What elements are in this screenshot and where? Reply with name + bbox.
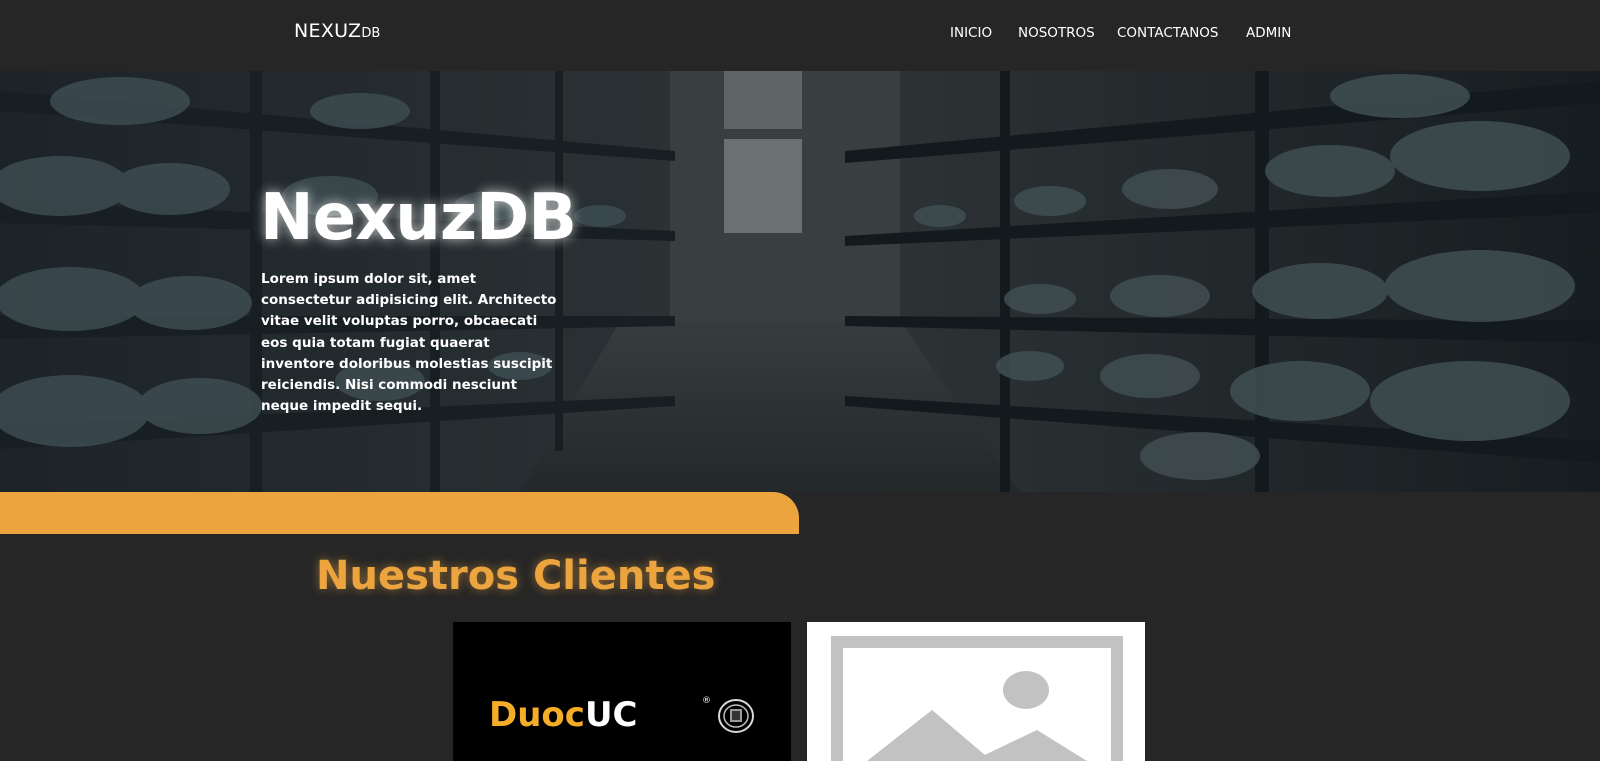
hero-title: NexuzDB: [260, 181, 577, 255]
duoc-logo-text: Duoc: [489, 695, 585, 735]
clients-section-title: Nuestros Clientes: [316, 553, 716, 599]
nav-link-inicio[interactable]: INICIO: [950, 25, 992, 41]
client-card-duoc-uc: DuocUC ®: [453, 622, 791, 761]
hero-description: Lorem ipsum dolor sit, amet consectetur …: [261, 271, 557, 415]
duoc-uc-logo: DuocUC: [489, 698, 638, 732]
navbar: NEXUZDB INICIO NOSOTROS CONTACTANOS ADMI…: [0, 0, 1600, 71]
orange-section-divider: [0, 492, 799, 534]
nav-link-admin[interactable]: ADMIN: [1246, 25, 1291, 41]
duoc-uc-seal-icon: [718, 699, 754, 733]
uc-logo-text: UC: [584, 695, 638, 735]
nav-links: INICIO NOSOTROS CONTACTANOS ADMIN: [0, 25, 1600, 45]
hero-background-image: [0, 71, 1600, 492]
nav-link-nosotros[interactable]: NOSOTROS: [1018, 25, 1095, 41]
client-card-placeholder: [807, 622, 1145, 761]
nav-link-contactanos[interactable]: CONTACTANOS: [1117, 25, 1219, 41]
registered-mark: ®: [702, 696, 711, 706]
hero-banner: NexuzDB Lorem ipsum dolor sit, amet cons…: [0, 71, 1600, 492]
image-placeholder-icon: [831, 636, 1123, 761]
